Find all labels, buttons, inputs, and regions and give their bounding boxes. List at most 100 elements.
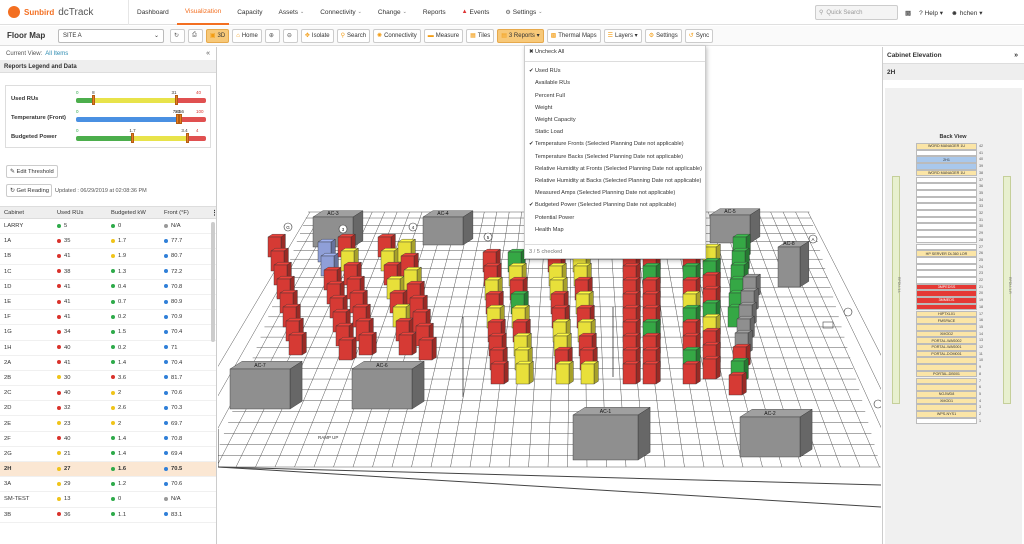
report-option[interactable]: Percent Full (525, 90, 705, 102)
rack-unit[interactable]: HP SERVER DL360 LOR (916, 250, 977, 257)
rack-unit[interactable]: PORTAL-DOM001 (916, 350, 977, 358)
ac-unit-ac2-top[interactable] (739, 409, 813, 418)
cabinet-box[interactable] (728, 374, 743, 396)
ac-unit-ac1-side[interactable] (637, 406, 651, 461)
cabinet-box[interactable] (515, 363, 530, 385)
threshold-slider-handle[interactable] (179, 114, 182, 124)
table-row[interactable]: 2A 41 1.4 70.4 (0, 356, 216, 371)
rack-unit[interactable]: XMOD2 (916, 330, 977, 338)
threshold-slider-handle[interactable] (175, 95, 179, 105)
rack-unit[interactable] (916, 189, 977, 197)
cabinet-box-side[interactable] (695, 360, 701, 385)
rack-unit[interactable] (916, 183, 977, 190)
site-select[interactable]: SITE A ⌄ (58, 28, 164, 43)
report-option[interactable]: ✔ Temperature Fronts (Selected Planning D… (525, 138, 705, 150)
ac-unit-ac1[interactable] (572, 414, 639, 461)
rack-unit[interactable] (916, 210, 977, 217)
sync-button[interactable]: ↺ Sync (684, 28, 714, 43)
rack-unit[interactable] (916, 357, 977, 365)
rack-unit[interactable] (916, 290, 977, 298)
nav-item-capacity[interactable]: Capacity (229, 0, 270, 25)
logo[interactable]: Sunbird dcTrack (0, 0, 128, 25)
table-row[interactable]: SM-TEST 13 0 N/A (0, 492, 216, 508)
ac-unit-ac6-top[interactable] (351, 361, 425, 370)
cabinet-box[interactable] (682, 363, 697, 385)
table-row[interactable]: 3A 29 1.2 70.6 (0, 477, 216, 493)
ac-unit-ac2[interactable] (739, 416, 801, 458)
rack-unit[interactable]: WORD MANAGER 1U (916, 143, 977, 150)
table-row[interactable]: 2F 40 1.4 70.8 (0, 432, 216, 447)
nav-item-dashboard[interactable]: Dashboard (129, 0, 177, 25)
rack-unit[interactable]: FMSPACE (916, 317, 977, 324)
cabinet-box-side[interactable] (411, 331, 417, 356)
cabinet-box-side[interactable] (635, 360, 641, 385)
cabinet-box-side[interactable] (431, 336, 437, 361)
ac-unit-ac4-side[interactable] (462, 210, 474, 246)
column-header[interactable]: Cabinet (0, 210, 53, 216)
ac-unit-ac6[interactable] (351, 368, 413, 410)
nav-item-visualization[interactable]: Visualization (176, 0, 230, 25)
table-row[interactable]: 1G 34 1.5 70.4 (0, 325, 216, 341)
threshold-slider-handle[interactable] (130, 133, 134, 143)
cabinet-box[interactable] (580, 363, 595, 385)
rpdu-left[interactable]: RPDU-1-L (892, 176, 901, 404)
user-menu[interactable]: ☻ hchen ▾ (951, 9, 982, 17)
rack-unit[interactable] (916, 243, 977, 251)
threshold-slider-handle[interactable] (185, 133, 189, 143)
table-row[interactable]: 1B 41 1.9 80.7 (0, 249, 216, 265)
rack-unit[interactable] (916, 323, 977, 331)
table-row[interactable]: 2H 27 1.6 70.5 (0, 462, 216, 478)
cabinet-box-side[interactable] (371, 331, 377, 356)
table-row[interactable]: 1A 35 1.7 77.7 (0, 234, 216, 250)
quick-search-input[interactable]: ⚲ Quick Search (815, 5, 898, 20)
report-option[interactable]: Weight (525, 102, 705, 114)
rack-unit[interactable] (916, 196, 977, 204)
report-option[interactable]: Relative Humidity at Fronts (Selected Pl… (525, 163, 705, 175)
cabinet-box-side[interactable] (715, 355, 721, 380)
cabinet-box-side[interactable] (301, 331, 307, 356)
report-option[interactable]: Health Map (525, 224, 705, 236)
report-option[interactable]: Available RUs (525, 77, 705, 89)
cabinet-box[interactable] (338, 339, 353, 361)
rack-unit[interactable] (916, 364, 977, 371)
table-row[interactable]: 1E 41 0.7 80.9 (0, 295, 216, 311)
ac-unit-ac7-side[interactable] (289, 360, 303, 410)
edit-threshold-button[interactable]: ✎ Edit Threshold (6, 165, 58, 178)
report-option[interactable]: Temperature Backs (Selected Planning Dat… (525, 151, 705, 163)
connectivity-button[interactable]: ✺ Connectivity (373, 28, 421, 43)
rack-unit[interactable]: 3MMEDS (916, 297, 977, 304)
rack-unit[interactable] (916, 163, 977, 170)
rpdu-right[interactable]: RPDU-1-R (1003, 176, 1012, 404)
report-option[interactable]: Relative Humidity at Backs (Selected Pla… (525, 175, 705, 187)
rack-unit[interactable] (916, 384, 977, 391)
table-row[interactable]: 1D 41 0.4 70.8 (0, 280, 216, 295)
ac-unit-ac8[interactable] (777, 246, 801, 288)
rack-unit[interactable]: WORD MANAGER 1U (916, 169, 977, 177)
ac-unit-ac7[interactable] (229, 368, 291, 410)
expand-right-icon[interactable]: » (1014, 52, 1018, 59)
rack-unit[interactable]: XMOD1 (916, 397, 977, 405)
measure-button[interactable]: ▬ Measure (423, 28, 464, 43)
rack-unit[interactable] (916, 203, 977, 210)
rack-unit[interactable]: NOJWD8 (916, 390, 977, 398)
rack-unit[interactable] (916, 256, 977, 264)
cabinet-box-side[interactable] (593, 360, 599, 385)
cabinet-box-side[interactable] (528, 360, 534, 385)
rack-unit[interactable]: HIPTXL01 (916, 310, 977, 318)
rack-unit[interactable]: 2H1 (916, 156, 977, 164)
table-row[interactable]: 2D 32 2.6 70.3 (0, 401, 216, 417)
table-row[interactable]: 2C 40 2 70.6 (0, 386, 216, 402)
cabinet-box[interactable] (642, 363, 657, 385)
help-menu[interactable]: ? Help ▾ (919, 9, 943, 17)
calendar-icon[interactable]: ▩ (905, 9, 911, 17)
rack-unit[interactable] (916, 176, 977, 184)
cabinet-box[interactable] (398, 334, 413, 356)
rack-unit[interactable] (916, 230, 977, 237)
ac-unit-ac8-side[interactable] (799, 241, 809, 288)
rack-unit[interactable] (916, 417, 977, 425)
cabinet-box[interactable] (358, 334, 373, 356)
nav-item-change[interactable]: Change ⌄ (370, 0, 415, 25)
report-option[interactable]: Static Load (525, 126, 705, 138)
nav-item-reports[interactable]: Reports (415, 0, 454, 25)
ac-unit-ac6-side[interactable] (411, 360, 425, 410)
